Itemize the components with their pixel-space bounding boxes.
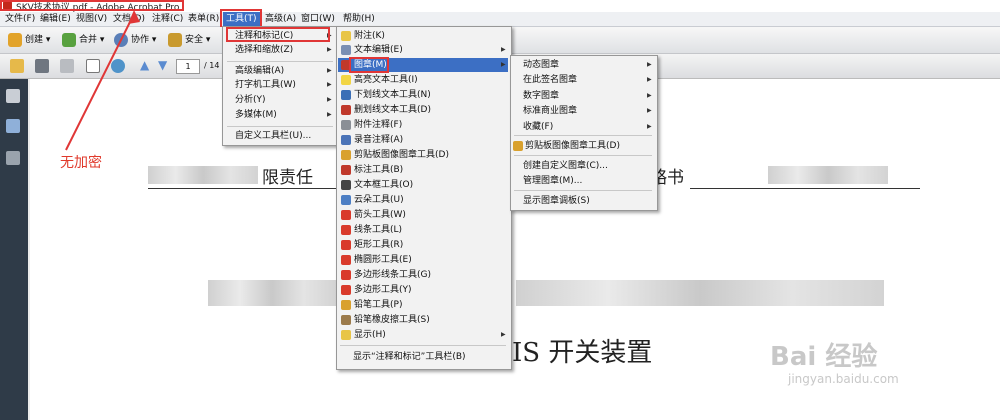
attach-file-icon xyxy=(341,120,351,130)
arrow-icon xyxy=(341,210,351,220)
strikethrough-text-icon xyxy=(341,105,351,115)
comment-item-strikethrough-text[interactable]: 删划线文本工具(D) xyxy=(354,103,431,117)
comment-item-clipboard-stamp[interactable]: 剪贴板图像图章工具(D) xyxy=(354,148,449,162)
submenu-arrow-icon: ▶ xyxy=(647,61,652,68)
text-edits-icon xyxy=(341,45,351,55)
callout-icon xyxy=(341,165,351,175)
submenu-arrow-icon: ▶ xyxy=(647,76,652,83)
comment-item-note[interactable]: 附注(K) xyxy=(354,29,385,43)
comment-item-underline-text[interactable]: 下划线文本工具(N) xyxy=(354,88,431,102)
note-icon xyxy=(341,31,351,41)
menu-separator xyxy=(514,190,652,191)
tools-item-multimedia[interactable]: 多媒体(M) xyxy=(235,108,277,122)
submenu-arrow-icon: ▶ xyxy=(647,123,652,130)
comment-item-text-box[interactable]: 文本框工具(O) xyxy=(354,178,413,192)
comment-item-cloud[interactable]: 云朵工具(U) xyxy=(354,193,404,207)
stamp-item-create-custom[interactable]: 创建自定义图章(C)... xyxy=(523,159,608,173)
comment-item-arrow[interactable]: 箭头工具(W) xyxy=(354,208,406,222)
comment-item-show-comment-toolbar[interactable]: 显示“注释和标记”工具栏(B) xyxy=(353,350,466,364)
comment-item-text-edits[interactable]: 文本编辑(E) xyxy=(354,43,403,57)
menu-separator xyxy=(340,345,506,346)
tools-menu: 注释和标记(C) ▶ 选择和缩放(Z) ▶ 高级编辑(A) ▶ 打字机工具(W)… xyxy=(222,26,338,146)
stamp-item-sign-here[interactable]: 在此签名图章 xyxy=(523,73,577,87)
comment-item-record-audio[interactable]: 录音注释(A) xyxy=(354,133,403,147)
highlight-text-icon xyxy=(341,75,351,85)
comment-item-oval[interactable]: 椭圆形工具(E) xyxy=(354,253,412,267)
cloud-icon xyxy=(341,195,351,205)
comment-item-line[interactable]: 线条工具(L) xyxy=(354,223,402,237)
polygon-icon xyxy=(341,285,351,295)
stamp-item-show-stamps-palette[interactable]: 显示图章调板(S) xyxy=(523,194,590,208)
submenu-arrow-icon: ▶ xyxy=(501,46,506,53)
record-audio-icon xyxy=(341,135,351,145)
stamp-item-digital-id[interactable]: 数字图章 xyxy=(523,89,559,103)
tools-item-advanced-editing[interactable]: 高级编辑(A) xyxy=(235,64,284,78)
underline-text-icon xyxy=(341,90,351,100)
comment-item-stamps[interactable]: 图章(M) xyxy=(354,58,387,72)
comment-item-callout[interactable]: 标注工具(B) xyxy=(354,163,403,177)
stamp-menu: 动态图章 ▶ 在此签名图章 ▶ 数字图章 ▶ 标准商业图章 ▶ 收藏(F) ▶ 剪贴板图像图章工具(… xyxy=(510,55,658,211)
stamp-item-dynamic[interactable]: 动态图章 xyxy=(523,58,559,72)
comment-item-pencil-eraser[interactable]: 铅笔橡皮擦工具(S) xyxy=(354,313,430,327)
stamp-item-manage-stamps[interactable]: 管理图章(M)... xyxy=(523,174,582,188)
comment-item-rectangle[interactable]: 矩形工具(R) xyxy=(354,238,403,252)
comment-item-pencil[interactable]: 铅笔工具(P) xyxy=(354,298,402,312)
rectangle-icon xyxy=(341,240,351,250)
line-icon xyxy=(341,225,351,235)
annotation-highlight-box xyxy=(226,27,330,42)
tools-item-customize-toolbars[interactable]: 自定义工具栏(U)... xyxy=(235,129,311,143)
tools-item-typewriter[interactable]: 打字机工具(W) xyxy=(235,78,296,92)
submenu-arrow-icon: ▶ xyxy=(501,331,506,338)
text-box-icon xyxy=(341,180,351,190)
tools-item-analysis[interactable]: 分析(Y) xyxy=(235,93,266,107)
comment-item-attach-file[interactable]: 附件注释(F) xyxy=(354,118,402,132)
submenu-arrow-icon: ▶ xyxy=(647,92,652,99)
oval-icon xyxy=(341,255,351,265)
clipboard-stamp-icon xyxy=(341,150,351,160)
submenu-arrow-icon: ▶ xyxy=(647,107,652,114)
comment-item-show[interactable]: 显示(H) xyxy=(354,328,386,342)
stamp-item-standard-business[interactable]: 标准商业图章 xyxy=(523,104,577,118)
stamp-item-clipboard-image[interactable]: 剪贴板图像图章工具(D) xyxy=(525,139,620,153)
annotation-label: 无加密 xyxy=(60,155,102,171)
pencil-eraser-icon xyxy=(341,315,351,325)
tools-item-select-zoom[interactable]: 选择和缩放(Z) xyxy=(235,43,293,57)
menu-separator xyxy=(514,155,652,156)
comment-item-polygon-line[interactable]: 多边形线条工具(G) xyxy=(354,268,431,282)
show-icon xyxy=(341,330,351,340)
comment-markup-menu: 附注(K) 文本编辑(E) ▶ 图章(M) ▶ 高亮文本工具(I) 下划线文本工具(N) 删划… xyxy=(336,26,512,370)
stamp-item-favorites[interactable]: 收藏(F) xyxy=(523,120,553,134)
submenu-arrow-icon: ▶ xyxy=(501,61,506,68)
polygon-line-icon xyxy=(341,270,351,280)
comment-item-highlight-text[interactable]: 高亮文本工具(I) xyxy=(354,73,418,87)
clipboard-stamp-icon xyxy=(513,141,523,151)
pencil-icon xyxy=(341,300,351,310)
comment-item-polygon[interactable]: 多边形工具(Y) xyxy=(354,283,412,297)
menu-separator xyxy=(514,135,652,136)
